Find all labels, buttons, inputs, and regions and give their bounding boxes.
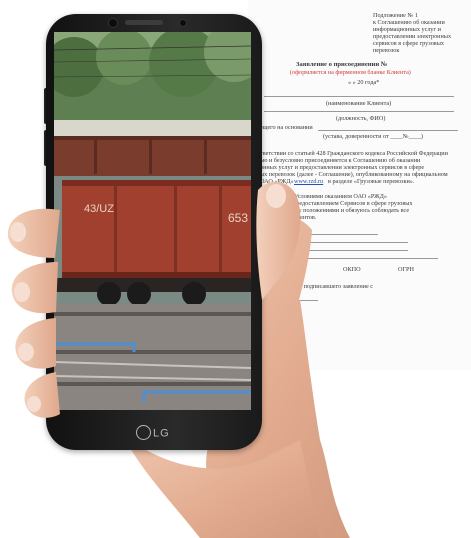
speaker-grille bbox=[125, 20, 163, 25]
brand-logo: LG bbox=[136, 425, 170, 441]
phone-body: 43/UZ 653 LG bbox=[46, 14, 262, 450]
lg-logo-icon bbox=[136, 425, 151, 440]
railway-photo: 43/UZ 653 bbox=[54, 32, 251, 410]
wagon-number-label: 653 bbox=[228, 211, 248, 225]
front-camera-icon bbox=[108, 18, 118, 28]
wagon-code-label: 43/UZ bbox=[84, 203, 114, 215]
phone-screen[interactable]: 43/UZ 653 bbox=[54, 32, 251, 410]
sensor-icon bbox=[179, 19, 187, 27]
